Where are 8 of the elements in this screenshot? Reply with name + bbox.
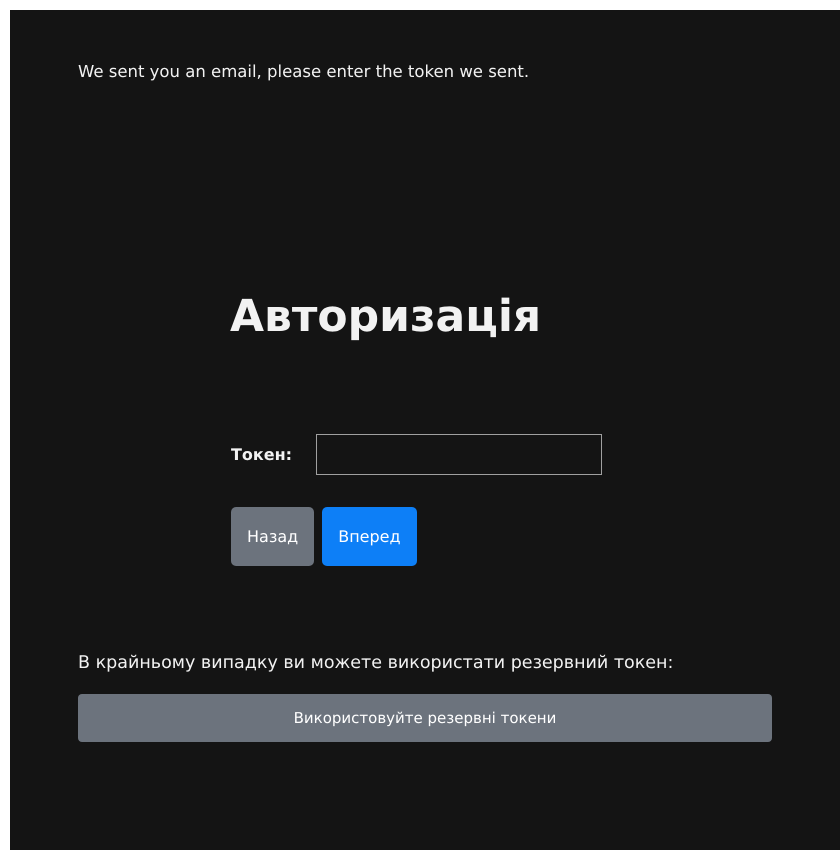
page-heading: Авторизація: [230, 291, 542, 342]
token-label: Токен:: [231, 445, 292, 464]
backup-text: В крайньому випадку ви можете використати резервний токен:: [78, 652, 674, 675]
notice-text: We sent you an email, please enter the token we sent.: [78, 62, 530, 81]
token-field[interactable]: [316, 434, 602, 475]
backup-tokens-button[interactable]: Використовуйте резервні токени: [78, 694, 772, 742]
back-button[interactable]: Назад: [231, 507, 314, 566]
next-button[interactable]: Вперед: [322, 507, 417, 566]
